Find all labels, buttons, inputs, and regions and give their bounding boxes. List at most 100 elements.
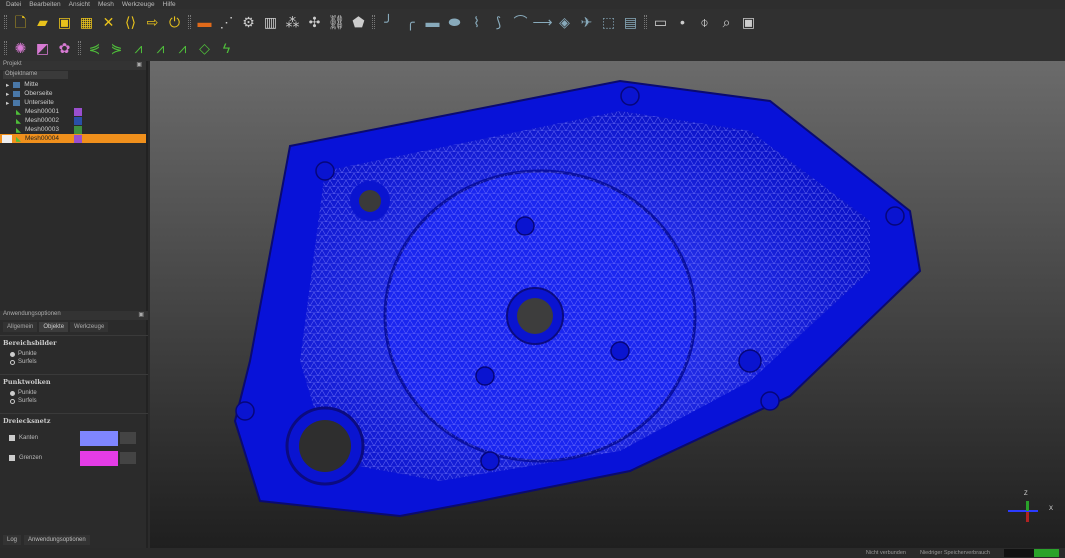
screenshot-icon[interactable]: ▣ — [740, 14, 757, 31]
expand-icon[interactable]: ▸ — [6, 99, 9, 107]
shading-icon[interactable]: ◩ — [34, 40, 51, 57]
project-panel-title: Projekt — [3, 61, 22, 67]
open-folder-icon[interactable]: ▰ — [34, 14, 51, 31]
toolbar-grip[interactable] — [78, 41, 81, 55]
color-icon[interactable]: ✿ — [56, 40, 73, 57]
export-icon[interactable]: ⇨ — [144, 14, 161, 31]
radio-surfels[interactable]: Surfels — [0, 358, 148, 366]
tab-log[interactable]: Log — [3, 535, 22, 545]
menu-mesh[interactable]: Mesh — [98, 1, 114, 8]
line-icon[interactable]: ⌒ — [512, 14, 529, 31]
arrow-icon[interactable]: ⟶ — [532, 14, 552, 31]
toolbar-grip[interactable] — [4, 15, 7, 29]
link-icon[interactable]: ⛓ — [328, 14, 346, 31]
menu-bearbeiten[interactable]: Bearbeiten — [29, 1, 60, 8]
arc-icon[interactable]: ╭ — [402, 14, 419, 31]
close-icon[interactable]: ✕ — [100, 14, 117, 31]
left-panel: Projekt ▣ Objektname ▸ Mitte ▸ Oberseite ▸ U… — [0, 61, 148, 548]
zoom-icon[interactable]: ⌕ — [718, 14, 735, 31]
section-icon[interactable]: ⌽ — [696, 14, 713, 31]
radio-punkte[interactable]: Punkte — [0, 350, 148, 358]
float-icon[interactable]: ▣ — [138, 311, 144, 320]
freeform-icon[interactable]: ⟆ — [490, 14, 507, 31]
lasso-icon[interactable]: ⌇ — [468, 14, 485, 31]
plane-icon[interactable]: ✈ — [578, 14, 595, 31]
power-icon[interactable]: ⏻ — [166, 14, 183, 31]
point-icon[interactable]: • — [674, 14, 691, 31]
color-swatch[interactable] — [74, 116, 82, 125]
tab-anwendungsoptionen[interactable]: Anwendungsoptionen — [24, 535, 90, 545]
save-as-icon[interactable]: ▦ — [78, 14, 95, 31]
memory-bar-fill — [1034, 549, 1059, 557]
scan-icon[interactable]: ▬ — [196, 14, 213, 31]
network-icon[interactable]: ✣ — [306, 14, 323, 31]
mesh-tool-5-icon[interactable]: ⩘ — [174, 40, 191, 57]
radio-button[interactable] — [10, 359, 15, 365]
menu-werkzeuge[interactable]: Werkzeuge — [122, 1, 155, 8]
radio-label: Punkte — [18, 390, 37, 396]
points-icon[interactable]: ⋰ — [218, 14, 235, 31]
grenzen-color-swatch[interactable] — [80, 450, 118, 466]
tree-mesh-2[interactable]: ◣ Mesh00002 — [0, 116, 146, 125]
new-file-icon[interactable]: 🗋 — [12, 14, 29, 31]
expand-icon[interactable]: ▸ — [6, 90, 9, 98]
float-icon[interactable]: ▣ — [136, 61, 142, 70]
grid-icon[interactable]: ▥ — [262, 14, 279, 31]
toolbar-grip[interactable] — [4, 41, 7, 55]
radio-surfels[interactable]: Surfels — [0, 397, 148, 405]
color-picker-button[interactable] — [120, 452, 136, 464]
toolbar-grip[interactable] — [188, 15, 191, 29]
tab-objekte[interactable]: Objekte — [39, 322, 69, 332]
mesh-tool-6-icon[interactable]: ◇ — [196, 40, 213, 57]
shape-icon[interactable]: ⬟ — [350, 14, 367, 31]
import-icon[interactable]: ⟨⟩ — [122, 14, 139, 31]
tree-mesh-1[interactable]: ◣ Mesh00001 — [0, 107, 146, 116]
mesh-model[interactable] — [150, 61, 1065, 548]
light-icon[interactable]: ✺ — [12, 40, 29, 57]
column-header[interactable]: Objektname — [3, 71, 68, 79]
radio-punkte[interactable]: Punkte — [0, 389, 148, 397]
radio-button[interactable] — [10, 390, 15, 396]
toolbar-grip[interactable] — [372, 15, 375, 29]
color-swatch[interactable] — [74, 134, 82, 143]
radio-button[interactable] — [10, 398, 15, 404]
mesh-tool-2-icon[interactable]: ⋟ — [108, 40, 125, 57]
mesh-icon[interactable]: ⚙ — [240, 14, 257, 31]
select-icon[interactable]: ⬚ — [600, 14, 617, 31]
save-icon[interactable]: ▣ — [56, 14, 73, 31]
item-label: Mitte — [24, 81, 39, 88]
layers-icon[interactable]: ▤ — [622, 14, 639, 31]
menu-datei[interactable]: Datei — [6, 1, 21, 8]
color-swatch[interactable] — [74, 107, 82, 116]
radio-button[interactable] — [10, 351, 15, 357]
menu-ansicht[interactable]: Ansicht — [69, 1, 90, 8]
tree-mesh-3[interactable]: ◣ Mesh00003 — [0, 125, 146, 134]
kanten-color-swatch[interactable] — [80, 430, 118, 446]
cube-icon[interactable]: ◈ — [556, 14, 573, 31]
ellipse-icon[interactable]: ⬬ — [446, 14, 463, 31]
tree-group-unterseite[interactable]: ▸ Unterseite — [0, 98, 146, 107]
tab-werkzeuge[interactable]: Werkzeuge — [70, 322, 109, 332]
color-picker-button[interactable] — [120, 432, 136, 444]
nodes-icon[interactable]: ⁂ — [284, 14, 301, 31]
curve-icon[interactable]: ╯ — [380, 14, 397, 31]
mesh-tool-1-icon[interactable]: ⋞ — [86, 40, 103, 57]
mesh-tool-7-icon[interactable]: ϟ — [218, 40, 235, 57]
menu-hilfe[interactable]: Hilfe — [163, 1, 176, 8]
expand-icon[interactable]: ▸ — [6, 81, 9, 89]
mesh-tool-4-icon[interactable]: ⩘ — [152, 40, 169, 57]
3d-viewport[interactable]: Z X — [150, 61, 1065, 548]
mesh-tool-3-icon[interactable]: ⩘ — [130, 40, 147, 57]
grenzen-checkbox[interactable] — [9, 455, 15, 461]
color-swatch[interactable] — [74, 125, 82, 134]
tree-group-mitte[interactable]: ▸ Mitte — [0, 80, 146, 89]
tree-group-oberseite[interactable]: ▸ Oberseite — [0, 89, 146, 98]
radio-label: Surfels — [18, 359, 37, 365]
window-icon[interactable]: ▭ — [652, 14, 669, 31]
kanten-checkbox[interactable] — [9, 435, 15, 441]
tab-allgemein[interactable]: Allgemein — [3, 322, 38, 332]
toolbar-grip[interactable] — [644, 15, 647, 29]
tree-mesh-4-selected[interactable]: ◣ Mesh00004 — [0, 134, 146, 143]
visibility-checkbox[interactable] — [2, 134, 12, 143]
rectangle-icon[interactable]: ▬ — [424, 14, 441, 31]
